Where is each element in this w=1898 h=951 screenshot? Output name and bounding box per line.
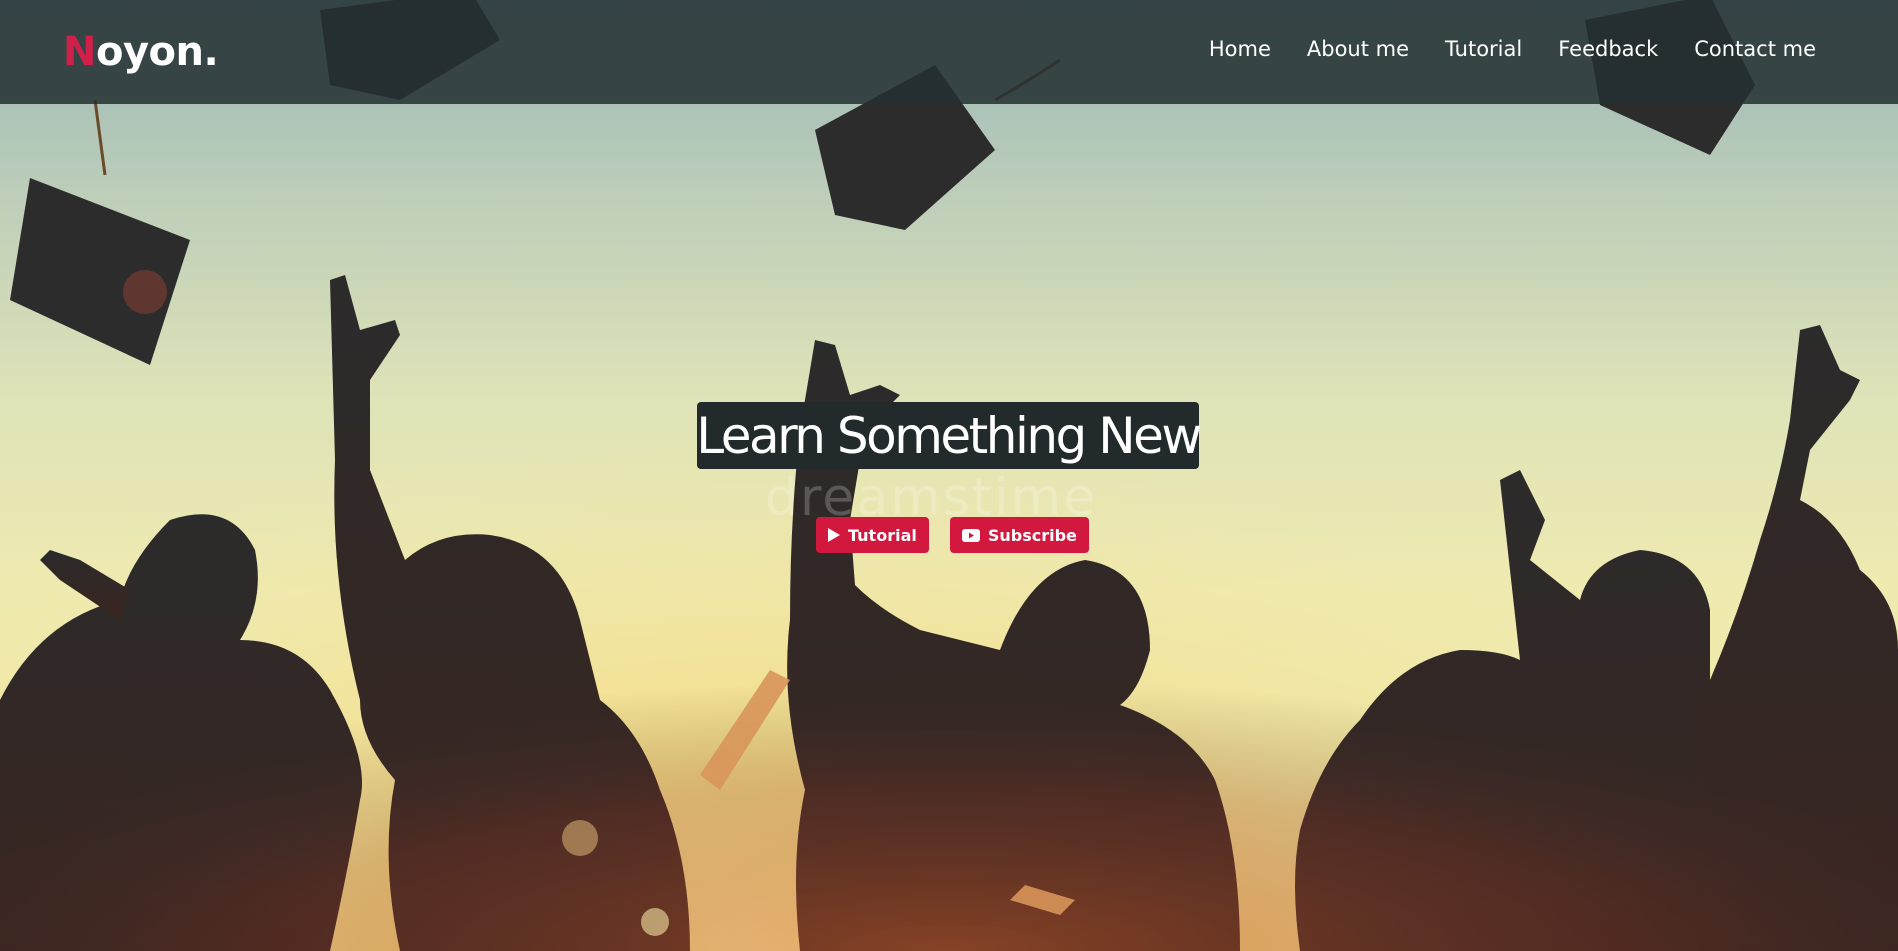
tutorial-button[interactable]: Tutorial <box>816 517 929 553</box>
logo-name: oyon. <box>95 29 219 75</box>
site-logo[interactable]: Noyon. <box>63 26 219 78</box>
play-icon <box>828 528 840 542</box>
tutorial-button-label: Tutorial <box>848 525 917 545</box>
hero-headline: Learn Something New <box>696 406 1202 465</box>
nav-link-tutorial[interactable]: Tutorial <box>1445 34 1522 64</box>
subscribe-button-label: Subscribe <box>987 525 1077 545</box>
headline-container: Learn Something New <box>696 402 1202 469</box>
nav-links: Home About me Tutorial Feedback Contact … <box>1209 34 1816 64</box>
youtube-icon <box>961 528 980 542</box>
nav-link-contact-me[interactable]: Contact me <box>1694 34 1816 64</box>
nav-link-feedback[interactable]: Feedback <box>1558 34 1658 64</box>
subscribe-button[interactable]: Subscribe <box>949 517 1089 553</box>
hero-button-row: Tutorial Subscribe <box>816 517 1089 553</box>
top-navbar: Noyon. Home About me Tutorial Feedback C… <box>0 0 1898 104</box>
nav-link-about-me[interactable]: About me <box>1307 34 1409 64</box>
nav-link-home[interactable]: Home <box>1209 34 1271 64</box>
logo-initial: N <box>63 29 96 75</box>
hero-section: Noyon. Home About me Tutorial Feedback C… <box>0 0 1898 951</box>
